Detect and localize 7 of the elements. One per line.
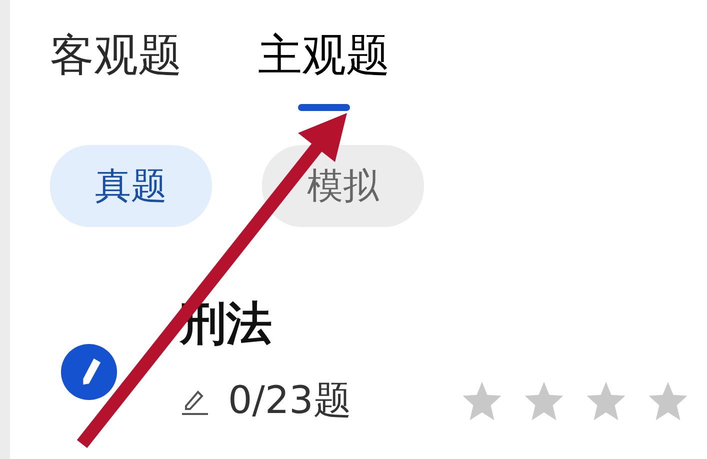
pencil-icon [60, 343, 118, 401]
progress-count: 0/23题 [228, 377, 352, 424]
filter-chip[interactable]: 真题 [50, 145, 212, 227]
tab[interactable]: 主观题 [258, 28, 390, 84]
tab-indicator [298, 104, 350, 111]
filter-chip[interactable]: 模拟 [262, 145, 424, 227]
tab[interactable]: 客观题 [50, 28, 182, 84]
